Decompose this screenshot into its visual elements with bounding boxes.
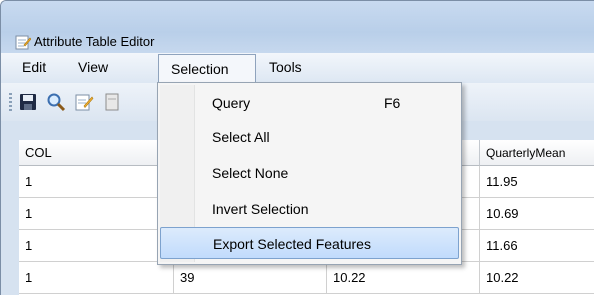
menu-item-label: Invert Selection — [212, 201, 309, 217]
table-cell[interactable]: 39 — [174, 262, 327, 294]
selection-dropdown-menu: Query F6 Select All Select None Invert S… — [157, 82, 462, 265]
table-cell[interactable]: 1 — [19, 166, 174, 198]
document-icon[interactable] — [102, 92, 122, 112]
save-icon[interactable] — [18, 92, 38, 112]
table-cell[interactable]: 11.95 — [480, 166, 594, 198]
menu-item-export-selected-features[interactable]: Export Selected Features — [160, 227, 459, 259]
table-cell[interactable]: 10.69 — [480, 198, 594, 230]
menu-item-select-all[interactable]: Select All — [160, 121, 459, 153]
menu-tools[interactable]: Tools — [269, 53, 302, 81]
column-header-quarterlymean[interactable]: QuarterlyMean — [480, 140, 594, 166]
column-header-col[interactable]: COL — [19, 140, 174, 166]
window-title: Attribute Table Editor — [34, 34, 155, 49]
menu-view[interactable]: View — [78, 53, 108, 81]
edit-table-icon — [15, 35, 31, 50]
table-cell[interactable]: 1 — [19, 198, 174, 230]
menu-item-label: Select None — [212, 165, 289, 181]
table-cell[interactable]: 1 — [19, 230, 174, 262]
table-cell[interactable]: 11.66 — [480, 230, 594, 262]
table-cell[interactable]: 10.22 — [480, 262, 594, 294]
menu-bar: Edit View Selection Tools — [1, 53, 594, 83]
menu-item-query[interactable]: Query F6 — [160, 87, 459, 119]
attribute-table-editor-window: Attribute Table Editor Edit View Selecti… — [0, 0, 594, 295]
menu-item-label: Select All — [212, 129, 270, 145]
menu-item-label: Query — [212, 95, 251, 111]
menu-item-shortcut: F6 — [384, 95, 401, 111]
menu-item-invert-selection[interactable]: Invert Selection — [160, 193, 459, 225]
menu-selection[interactable]: Selection — [158, 54, 256, 83]
edit-icon[interactable] — [74, 92, 94, 112]
menu-edit[interactable]: Edit — [22, 53, 46, 81]
search-icon[interactable] — [46, 92, 66, 112]
menu-item-label: Export Selected Features — [213, 236, 371, 252]
title-bar: Attribute Table Editor — [1, 1, 594, 53]
toolbar-grip[interactable] — [9, 93, 12, 111]
menu-item-select-none[interactable]: Select None — [160, 157, 459, 189]
table-cell[interactable]: 10.22 — [327, 262, 480, 294]
table-cell[interactable]: 1 — [19, 262, 174, 294]
